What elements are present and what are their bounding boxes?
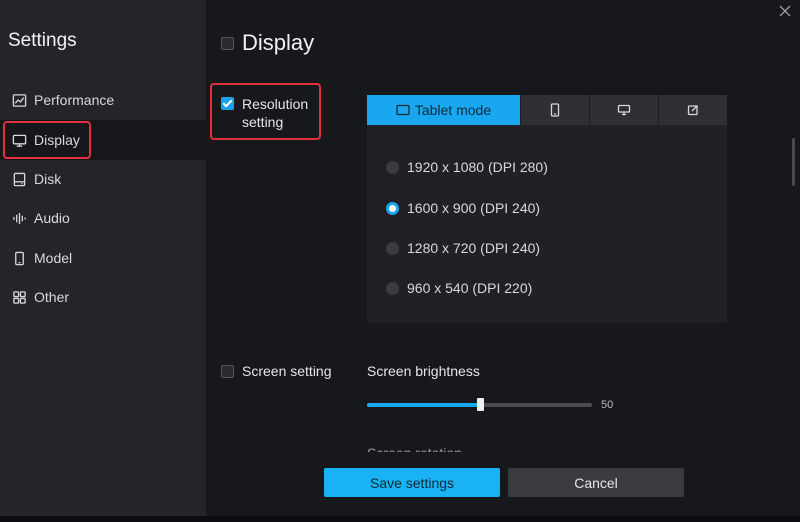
radio-selected[interactable] bbox=[386, 201, 399, 215]
radio-unselected[interactable] bbox=[386, 160, 399, 174]
tablet-icon bbox=[396, 104, 410, 116]
sidebar-item-label: Display bbox=[34, 132, 80, 148]
sidebar-item-disk[interactable]: Disk bbox=[0, 159, 206, 199]
tab-label: Tablet mode bbox=[414, 102, 492, 118]
brightness-slider-fill bbox=[367, 403, 480, 407]
background-strip bbox=[0, 516, 800, 522]
monitor-icon bbox=[11, 132, 27, 148]
grid-icon bbox=[11, 289, 27, 305]
radio-unselected[interactable] bbox=[386, 281, 399, 295]
sidebar-title: Settings bbox=[8, 30, 77, 51]
brightness-slider[interactable] bbox=[367, 398, 592, 411]
resolution-option-label: 1920 x 1080 (DPI 280) bbox=[407, 159, 548, 175]
sidebar-item-label: Performance bbox=[34, 92, 115, 108]
phone-portrait-icon bbox=[550, 103, 560, 117]
resolution-option-label: 960 x 540 (DPI 220) bbox=[407, 280, 533, 296]
resolution-mode-tabs: Tablet mode bbox=[367, 95, 727, 125]
audio-wave-icon bbox=[11, 210, 27, 226]
screen-setting-label: Screen setting bbox=[242, 363, 332, 379]
sidebar-item-performance[interactable]: Performance bbox=[0, 80, 206, 120]
screen-rotation-label-clipped: Screen rotation bbox=[367, 444, 462, 452]
resolution-option-960x540[interactable]: 960 x 540 (DPI 220) bbox=[386, 280, 532, 296]
brightness-value: 50 bbox=[601, 399, 614, 411]
section-checkbox[interactable] bbox=[221, 36, 234, 50]
cancel-button[interactable]: Cancel bbox=[508, 468, 684, 497]
resolution-option-1920x1080[interactable]: 1920 x 1080 (DPI 280) bbox=[386, 159, 548, 175]
resolution-option-1280x720[interactable]: 1280 x 720 (DPI 240) bbox=[386, 240, 540, 256]
phone-icon bbox=[11, 250, 27, 266]
custom-edit-icon bbox=[687, 105, 698, 116]
close-button[interactable] bbox=[778, 4, 794, 20]
resolution-option-label: 1280 x 720 (DPI 240) bbox=[407, 240, 541, 256]
tab-custom-mode[interactable] bbox=[658, 95, 727, 125]
radio-unselected[interactable] bbox=[386, 241, 399, 255]
close-icon bbox=[779, 5, 791, 17]
vertical-scrollbar[interactable] bbox=[792, 138, 795, 186]
resolution-option-1600x900[interactable]: 1600 x 900 (DPI 240) bbox=[386, 200, 540, 216]
save-settings-button[interactable]: Save settings bbox=[324, 468, 500, 497]
checkbox-checked[interactable] bbox=[221, 97, 234, 110]
sidebar-item-label: Model bbox=[34, 250, 73, 266]
sidebar-item-other[interactable]: Other bbox=[0, 277, 206, 317]
sidebar: Settings Performance Display Disk Audio … bbox=[0, 0, 206, 522]
section-header: Display bbox=[221, 30, 314, 56]
sidebar-item-audio[interactable]: Audio bbox=[0, 198, 206, 238]
disk-icon bbox=[11, 171, 27, 187]
sidebar-item-display[interactable]: Display bbox=[0, 120, 206, 160]
tab-phone-mode[interactable] bbox=[520, 95, 589, 125]
resolution-label-line1: Resolution bbox=[242, 96, 309, 112]
screen-brightness-label: Screen brightness bbox=[367, 363, 480, 379]
resolution-label-line2: setting bbox=[242, 114, 284, 130]
page-title: Display bbox=[242, 30, 315, 55]
performance-chart-icon bbox=[11, 92, 27, 108]
brightness-slider-handle[interactable] bbox=[476, 398, 484, 411]
sidebar-item-label: Other bbox=[34, 289, 70, 305]
tab-desktop-mode[interactable] bbox=[589, 95, 658, 125]
checkbox-unchecked[interactable] bbox=[221, 365, 234, 378]
sidebar-item-model[interactable]: Model bbox=[0, 238, 206, 278]
sidebar-item-label: Audio bbox=[34, 210, 70, 226]
sidebar-item-label: Disk bbox=[34, 171, 62, 187]
tab-tablet-mode[interactable]: Tablet mode bbox=[367, 95, 520, 125]
resolution-setting-checkbox[interactable]: Resolution setting bbox=[221, 95, 308, 131]
screen-setting-checkbox[interactable]: Screen setting bbox=[221, 363, 332, 379]
desktop-icon bbox=[617, 104, 631, 116]
resolution-option-label: 1600 x 900 (DPI 240) bbox=[407, 200, 541, 216]
